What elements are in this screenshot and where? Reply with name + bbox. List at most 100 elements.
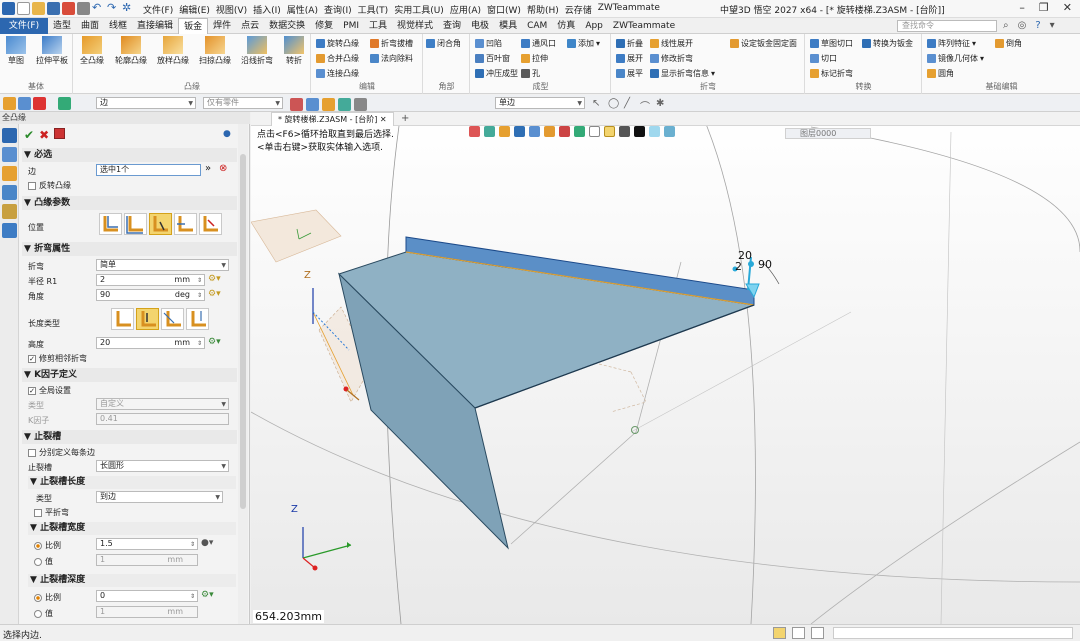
- snap-mid-icon[interactable]: [322, 98, 335, 111]
- tab-point-cloud[interactable]: 点云: [236, 18, 264, 34]
- sketch-button[interactable]: 草图: [0, 36, 32, 66]
- spinner-icon[interactable]: ⇕: [197, 276, 202, 286]
- linear-unfold-button[interactable]: 线性展开: [650, 38, 693, 49]
- view-icon[interactable]: [2, 166, 17, 181]
- tab-repair[interactable]: 修复: [310, 18, 338, 34]
- trim-adjacent-bend-checkbox[interactable]: ✓ 修剪相邻折弯: [28, 353, 87, 364]
- view-shade-icon[interactable]: [664, 126, 675, 137]
- scope-combo[interactable]: 仅有零件 ▼: [203, 97, 283, 109]
- bend-draft-button[interactable]: 折弯拔槽: [370, 38, 413, 49]
- print-icon[interactable]: [77, 2, 90, 15]
- width-ratio-radio[interactable]: 比例: [34, 540, 61, 551]
- command-search-input[interactable]: 查找命令: [897, 20, 997, 32]
- tab-file[interactable]: 文件(F): [0, 18, 48, 34]
- pick-star-icon[interactable]: ✱: [656, 98, 669, 111]
- fillet-button[interactable]: 圆角: [927, 68, 954, 79]
- filter-combo[interactable]: 边 ▼: [96, 97, 196, 109]
- minimize-icon[interactable]: –: [1019, 1, 1025, 14]
- hole-button[interactable]: 孔: [521, 68, 540, 79]
- add-button[interactable]: 添加 ▾: [567, 38, 600, 49]
- menu-apps[interactable]: 应用(A): [450, 3, 481, 16]
- apply-icon[interactable]: [54, 128, 66, 139]
- save-as-icon[interactable]: [62, 2, 75, 15]
- menu-utilities[interactable]: 实用工具(U): [394, 3, 444, 16]
- menu-view[interactable]: 视图(V): [216, 3, 247, 16]
- select-icon[interactable]: [3, 97, 16, 110]
- section-relief-width[interactable]: ▼ 止裂槽宽度: [28, 522, 236, 535]
- tab-mold[interactable]: 模具: [494, 18, 522, 34]
- view-render-icon[interactable]: [544, 126, 555, 137]
- view-background-icon[interactable]: [649, 126, 660, 137]
- show-bend-info-button[interactable]: 显示折弯信息 ▾: [650, 68, 715, 79]
- options-icon[interactable]: ●: [223, 129, 231, 139]
- position-bend-in-button[interactable]: [174, 213, 197, 235]
- tab-inquiry[interactable]: 查询: [438, 18, 466, 34]
- relief-type-select[interactable]: 长圆形 ▼: [96, 460, 229, 472]
- graphics-viewport[interactable]: 20 2 90 Z Z * 旋转楼梯.Z3ASM - [台阶] ✕ + 点击<F…: [251, 112, 1080, 624]
- formula-icon[interactable]: ⚙▾: [208, 289, 221, 299]
- jog-button[interactable]: 转折: [278, 36, 310, 66]
- view-cube-icon[interactable]: [514, 126, 525, 137]
- connect-flange-button[interactable]: 连接凸缘: [316, 68, 359, 79]
- tab-modeling[interactable]: 造型: [48, 18, 76, 34]
- tab-data-exchange[interactable]: 数据交换: [264, 18, 310, 34]
- close-icon[interactable]: ✕: [1063, 1, 1072, 14]
- layer-icon[interactable]: [2, 185, 17, 200]
- snap-grid-icon[interactable]: [354, 98, 367, 111]
- view-pan-icon[interactable]: [499, 126, 510, 137]
- menu-tools[interactable]: 工具(T): [358, 3, 389, 16]
- position-bend-out-button[interactable]: [149, 213, 172, 235]
- close-icon[interactable]: ✕: [380, 115, 387, 124]
- chamfer-button[interactable]: 倒角: [995, 38, 1022, 49]
- spinner-icon[interactable]: ⇕: [190, 592, 195, 602]
- snap-point-icon[interactable]: [290, 98, 303, 111]
- section-kfactor[interactable]: ▼ K因子定义: [22, 368, 237, 382]
- section-relief-length[interactable]: ▼ 止裂槽长度: [28, 476, 236, 489]
- modify-bend-button[interactable]: 修改折弯: [650, 53, 693, 64]
- document-tab[interactable]: * 旋转楼梯.Z3ASM - [台阶] ✕: [271, 112, 394, 126]
- reverse-flange-checkbox[interactable]: 反转凸缘: [28, 180, 71, 191]
- new-file-icon[interactable]: [17, 2, 30, 15]
- view-grid-icon[interactable]: [589, 126, 600, 137]
- close-corner-button[interactable]: 闭合角: [426, 38, 461, 49]
- maximize-icon[interactable]: ❐: [1039, 1, 1049, 14]
- sketch-cut-button[interactable]: 草图切口: [810, 38, 853, 49]
- depth-ratio-input[interactable]: 0 ⇕: [96, 590, 198, 602]
- tab-surface[interactable]: 曲面: [76, 18, 104, 34]
- pick-arrow-icon[interactable]: ↖: [592, 98, 605, 111]
- tab-wireframe[interactable]: 线框: [104, 18, 132, 34]
- depth-value-radio[interactable]: 值: [34, 608, 53, 619]
- position-inside-button[interactable]: [99, 213, 122, 235]
- pick-line-icon[interactable]: ╱: [624, 98, 637, 111]
- tab-sheet-metal[interactable]: 钣金: [178, 18, 209, 34]
- account-icon[interactable]: ◎: [1018, 20, 1027, 31]
- status-input[interactable]: [833, 627, 1073, 639]
- bend-along-line-button[interactable]: 沿线折弯: [238, 36, 276, 66]
- formula-icon[interactable]: ⚙▾: [208, 337, 221, 347]
- dimple-button[interactable]: 凹陷: [475, 38, 502, 49]
- view-color-icon[interactable]: [634, 126, 645, 137]
- pick-circle-icon[interactable]: ◯: [608, 98, 621, 111]
- length-virtual-button[interactable]: [186, 308, 209, 330]
- undo-icon[interactable]: ↶: [92, 2, 105, 15]
- tab-pmi[interactable]: PMI: [338, 18, 364, 34]
- redo-icon[interactable]: ↷: [107, 2, 120, 15]
- extrude-plate-button[interactable]: 拉伸平板: [34, 36, 70, 66]
- tab-weldment[interactable]: 焊件: [208, 18, 236, 34]
- snap-center-icon[interactable]: [338, 98, 351, 111]
- settings-icon[interactable]: ✲: [122, 2, 135, 15]
- sweep-flange-button[interactable]: 扫掠凸缘: [196, 36, 234, 66]
- tab-cam[interactable]: CAM: [522, 18, 552, 34]
- user-icon[interactable]: [2, 223, 17, 238]
- menu-insert[interactable]: 插入(I): [253, 3, 281, 16]
- vent-button[interactable]: 通风口: [521, 38, 556, 49]
- tab-app[interactable]: App: [580, 18, 608, 34]
- length-outer-button[interactable]: [111, 308, 134, 330]
- pick-arc-icon[interactable]: ⌒: [640, 98, 653, 113]
- help-icon[interactable]: ?: [1035, 20, 1040, 31]
- snap-end-icon[interactable]: [306, 98, 319, 111]
- history-icon[interactable]: [2, 128, 17, 143]
- section-bend-properties[interactable]: ▼ 折弯属性: [22, 242, 237, 256]
- double-chevron-icon[interactable]: »: [205, 163, 211, 174]
- view-section-icon[interactable]: [559, 126, 570, 137]
